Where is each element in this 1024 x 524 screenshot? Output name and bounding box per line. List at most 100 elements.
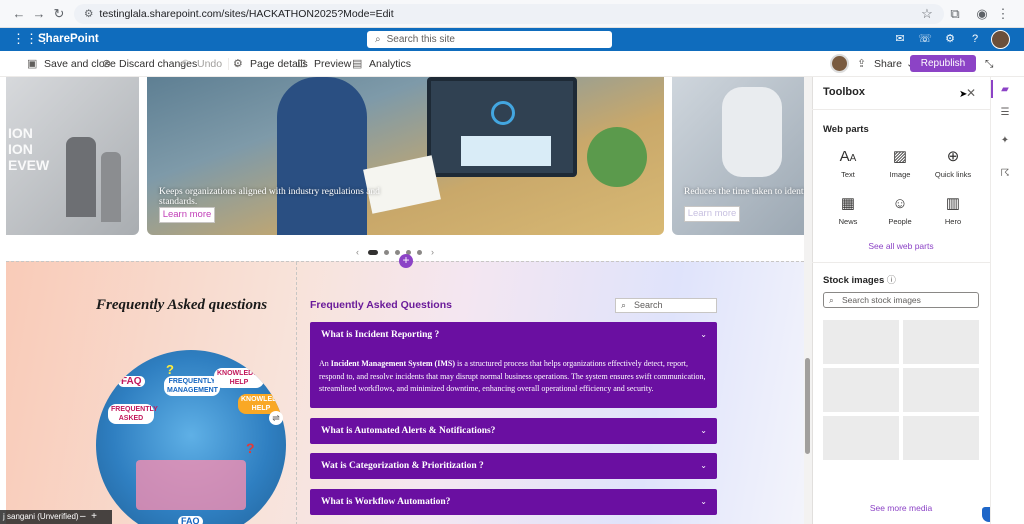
chevron-down-icon[interactable]: ⌄ [700,418,707,444]
republish-button[interactable]: Republish [910,55,976,72]
slide-caption: Keeps organizations aligned with industr… [159,187,380,207]
carousel-prev-icon[interactable]: ‹ [356,247,359,257]
sharepoint-brand[interactable]: SharePoint [38,33,99,45]
page-scrollbar[interactable] [804,77,812,524]
faq-search-placeholder: Search [634,300,663,310]
add-section-button[interactable]: + [399,254,413,268]
collapse-icon[interactable]: ⤡ [985,58,993,71]
slide-monitor-chart [461,136,551,166]
extensions-icon[interactable]: ⧉ [946,5,964,23]
megaphone-icon[interactable]: ✉ [893,32,907,46]
design-ideas-rail-icon[interactable]: ✦ [998,134,1012,148]
carousel-slide-next[interactable]: Reduces the time taken to identify a Lea… [672,77,804,235]
discard-icon: ⊘ [102,58,112,70]
faq-bubble: KNOWLEDGE HELP [214,368,264,388]
faq-accordion-item[interactable]: Wat is Categorization & Prioritization ?… [310,453,717,479]
stock-image-tile[interactable] [823,368,899,412]
webpart-news[interactable]: ▦ News [822,194,874,226]
browser-toolbar: ← → ↻ ⚙ testinglala.sharepoint.com/sites/… [0,0,1024,28]
text-icon: AA [839,148,857,165]
faq-accordion-item[interactable]: What is Automated Alerts & Notifications… [310,418,717,444]
preview-button[interactable]: ⊡ Preview [297,58,351,71]
faq-question: What is Incident Reporting ? [321,330,440,340]
address-bar[interactable]: ⚙ testinglala.sharepoint.com/sites/HACKAT… [74,4,944,24]
stock-image-tile[interactable] [903,416,979,460]
carousel-dot[interactable] [395,249,400,255]
faq-accordion-item[interactable]: What is Workflow Automation? ⌄ [310,489,717,515]
see-all-web-parts-link[interactable]: See all web parts [812,241,990,251]
faq-bubble: FAQ [178,516,203,524]
webpart-people[interactable]: ☺ People [874,194,926,226]
webpart-hero[interactable]: ▥ Hero [927,194,979,226]
properties-rail-icon[interactable]: ☰ [998,106,1012,120]
stock-image-tile[interactable] [823,416,899,460]
forward-icon[interactable]: → [30,5,48,23]
stock-images-search-input[interactable]: ⌕ Search stock images [823,292,979,308]
see-more-media-link[interactable]: See more media [812,503,990,513]
search-icon: ⌕ [375,34,381,45]
help-icon[interactable]: ? [968,32,982,46]
toolbox-rail-icon[interactable]: ▰ [998,83,1012,97]
faq-search-input[interactable]: ⌕ Search [615,298,717,313]
webpart-text[interactable]: AA Text [822,147,874,179]
save-icon: ▣ [27,58,38,70]
globe-icon: ⊕ [946,148,960,165]
chevron-down-icon[interactable]: ⌄ [700,489,707,515]
editor-avatar[interactable] [830,54,849,73]
faq-section[interactable]: Frequently Asked questions FAQ FREQUENTL… [6,261,804,524]
carousel-dot[interactable] [384,249,389,255]
faq-question: Wat is Categorization & Prioritization ? [321,461,484,471]
stock-image-tile[interactable] [823,320,899,364]
stock-image-tile[interactable] [903,368,979,412]
feedback-icon[interactable]: ☏ [918,32,932,46]
reload-icon[interactable]: ↻ [50,5,68,23]
slide-monitor [427,77,577,177]
app-launcher-icon[interactable]: ⋮⋮⋮ [12,31,51,47]
carousel-dot[interactable] [417,249,422,255]
minimize-icon[interactable]: – [80,511,86,522]
bookmark-star-icon[interactable]: ☆ [918,5,936,23]
scrollbar-thumb[interactable] [805,358,810,454]
analytics-button[interactable]: ▤ Analytics [352,58,411,71]
site-search-placeholder: Search this site [386,34,455,45]
webpart-image[interactable]: ▨ Image [874,147,926,179]
stock-image-tile[interactable] [903,320,979,364]
user-avatar[interactable] [991,30,1010,49]
slide-person-figure [722,87,782,177]
column-divider [296,262,297,524]
overlay-controls: – + [80,510,112,524]
toolbox-divider [812,262,990,263]
question-mark-icon: ? [166,362,174,377]
carousel-slide-previous[interactable]: ION ION EVEW [6,77,139,235]
carousel-next-icon[interactable]: › [431,247,434,257]
carousel-slide-active[interactable]: Keeps organizations aligned with industr… [147,77,664,235]
carousel-dot[interactable] [368,249,378,255]
chevron-down-icon[interactable]: ⌄ [700,322,707,348]
slide-person-figure [101,152,121,222]
learn-more-button[interactable]: Learn more [684,206,740,222]
profile-icon[interactable]: ◉ [973,5,991,23]
info-icon[interactable]: ⓘ [887,275,896,285]
copilot-rail-icon[interactable]: ☈ [998,167,1012,181]
faq-answer-term: Incident Management System (IMS) [330,359,455,368]
settings-icon[interactable]: ⚙ [943,32,957,46]
site-search-input[interactable]: ⌕ Search this site [367,31,612,48]
back-icon[interactable]: ← [10,5,28,23]
faq-illustration: FAQ FREQUENTLY MANAGEMENT KNOWLEDGE HELP… [96,350,286,524]
webpart-label: News [838,217,858,226]
edit-webpart-icon[interactable]: ⇌ [269,411,283,425]
analytics-label: Analytics [369,58,412,70]
image-icon: ▨ [892,148,908,165]
learn-more-button[interactable]: Learn more [159,207,215,223]
chevron-down-icon[interactable]: ⌄ [700,453,707,479]
site-info-icon[interactable]: ⚙ [84,8,93,20]
browser-menu-icon[interactable]: ⋮ [994,5,1012,23]
share-button[interactable]: ⇪Share⌄ [857,58,915,71]
close-icon[interactable]: ✕ [966,86,976,100]
webpart-quick-links[interactable]: ⊕ Quick links [927,147,979,179]
slide-caption-right: Reduces the time taken to identify a [684,187,804,197]
undo-button[interactable]: ↶ Undo ⌄ [180,58,241,71]
undo-icon: ↶ [180,58,190,70]
plus-icon[interactable]: + [91,511,97,522]
search-icon: ⌕ [621,300,627,310]
